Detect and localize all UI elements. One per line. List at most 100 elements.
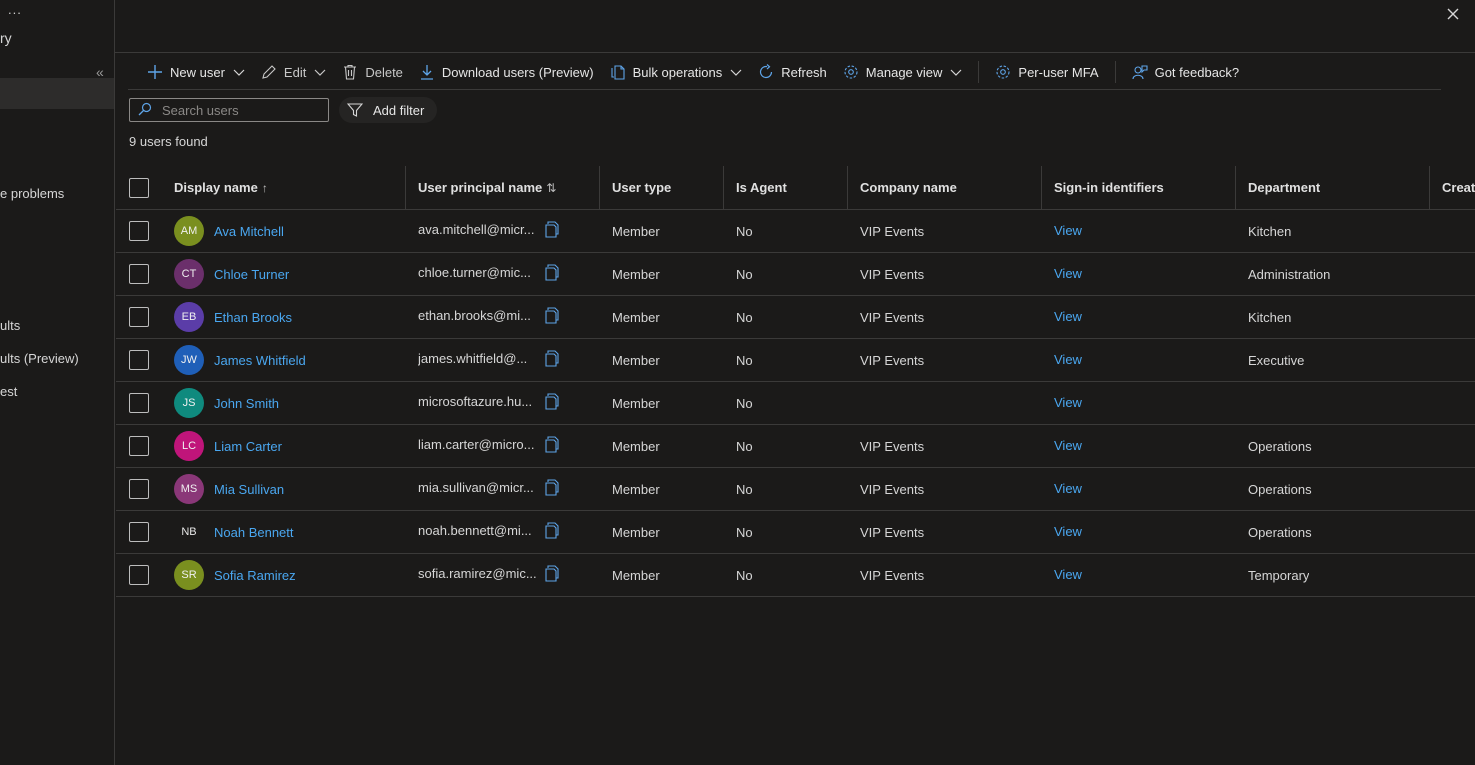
result-count: 9 users found (129, 134, 208, 149)
chevron-down-icon (950, 66, 962, 78)
delete-button[interactable]: Delete (336, 57, 408, 87)
table-row[interactable]: LC Liam Carter liam.carter@micro... Memb… (116, 425, 1475, 468)
table-row[interactable]: SR Sofia Ramirez sofia.ramirez@mic... Me… (116, 554, 1475, 597)
signin-view-link[interactable]: View (1054, 309, 1082, 324)
refresh-icon (757, 63, 775, 81)
sidebar-item-results-preview[interactable]: ults (Preview) (0, 351, 79, 366)
column-header-upn[interactable]: User principal name ⇅ (418, 166, 556, 209)
signin-view-link[interactable]: View (1054, 524, 1082, 539)
column-header-signin[interactable]: Sign-in identifiers (1054, 166, 1164, 209)
user-name-link[interactable]: Ava Mitchell (214, 224, 284, 239)
copy-icon[interactable] (544, 436, 560, 454)
copy-icon[interactable] (544, 264, 560, 282)
copy-icon[interactable] (544, 479, 560, 497)
table-row[interactable]: EB Ethan Brooks ethan.brooks@mi... Membe… (116, 296, 1475, 339)
add-filter-button[interactable]: Add filter (339, 97, 437, 123)
sidebar-item-problems[interactable]: e problems (0, 186, 64, 201)
column-divider[interactable] (847, 166, 848, 210)
user-type-cell: Member (612, 481, 660, 497)
table-row[interactable]: JW James Whitfield james.whitfield@... M… (116, 339, 1475, 382)
sidebar-item-request[interactable]: est (0, 384, 17, 399)
signin-view-link[interactable]: View (1054, 266, 1082, 281)
copy-icon[interactable] (544, 565, 560, 583)
row-checkbox[interactable] (129, 522, 149, 542)
search-box[interactable] (129, 98, 329, 122)
copy-icon[interactable] (544, 522, 560, 540)
row-checkbox[interactable] (129, 350, 149, 370)
user-name-link[interactable]: James Whitfield (214, 353, 306, 368)
user-name-link[interactable]: Ethan Brooks (214, 310, 292, 325)
select-all-checkbox[interactable] (129, 177, 149, 198)
row-checkbox[interactable] (129, 264, 149, 284)
is-agent-cell: No (736, 567, 753, 583)
user-type-cell: Member (612, 223, 660, 239)
feedback-button[interactable]: Got feedback? (1126, 57, 1245, 87)
signin-view-link[interactable]: View (1054, 223, 1082, 238)
manage-view-button[interactable]: Manage view (837, 57, 968, 87)
table-row[interactable]: AM Ava Mitchell ava.mitchell@micr... Mem… (116, 210, 1475, 253)
upn-cell: liam.carter@micro... (418, 436, 535, 452)
department-cell: Operations (1248, 438, 1312, 454)
edit-button[interactable]: Edit (255, 57, 331, 87)
table-row[interactable]: NB Noah Bennett noah.bennett@mi... Membe… (116, 511, 1475, 554)
signin-view-link[interactable]: View (1054, 438, 1082, 453)
feedback-person-icon (1131, 63, 1149, 81)
column-divider[interactable] (405, 166, 406, 210)
signin-view-link[interactable]: View (1054, 567, 1082, 582)
avatar: SR (174, 560, 204, 590)
avatar: AM (174, 216, 204, 246)
user-type-cell: Member (612, 266, 660, 282)
user-name-link[interactable]: Chloe Turner (214, 267, 289, 282)
copy-icon[interactable] (544, 221, 560, 239)
download-users-button[interactable]: Download users (Preview) (413, 57, 599, 87)
user-name-link[interactable]: Noah Bennett (214, 525, 294, 540)
table-row[interactable]: JS John Smith microsoftazure.hu... Membe… (116, 382, 1475, 425)
column-header-display-name[interactable]: Display name ↑ (174, 166, 268, 209)
row-checkbox[interactable] (129, 307, 149, 327)
user-name-link[interactable]: Liam Carter (214, 439, 282, 454)
sidebar-selected-item[interactable] (0, 78, 114, 109)
edit-label: Edit (283, 64, 307, 80)
copy-icon[interactable] (544, 350, 560, 368)
column-divider[interactable] (1041, 166, 1042, 210)
row-checkbox[interactable] (129, 436, 149, 456)
column-header-company[interactable]: Company name (860, 166, 957, 209)
table-row[interactable]: MS Mia Sullivan mia.sullivan@micr... Mem… (116, 468, 1475, 511)
more-icon[interactable]: ... (8, 2, 22, 17)
column-header-user-type[interactable]: User type (612, 166, 671, 209)
column-divider[interactable] (1235, 166, 1236, 210)
copy-icon[interactable] (544, 393, 560, 411)
row-select-cell (129, 253, 149, 295)
company-cell: VIP Events (860, 567, 925, 583)
refresh-button[interactable]: Refresh (752, 57, 832, 87)
new-user-button[interactable]: New user (141, 57, 250, 87)
user-name-link[interactable]: Mia Sullivan (214, 482, 284, 497)
row-checkbox[interactable] (129, 393, 149, 413)
user-name-link[interactable]: John Smith (214, 396, 279, 411)
column-header-department[interactable]: Department (1248, 166, 1320, 209)
column-header-created[interactable]: Creati (1442, 166, 1475, 209)
copy-icon[interactable] (544, 307, 560, 325)
bulk-operations-button[interactable]: Bulk operations (604, 57, 748, 87)
company-cell: VIP Events (860, 309, 925, 325)
avatar: EB (174, 302, 204, 332)
column-divider[interactable] (1429, 166, 1430, 210)
column-header-is-agent[interactable]: Is Agent (736, 166, 787, 209)
signin-view-link[interactable]: View (1054, 352, 1082, 367)
column-divider[interactable] (599, 166, 600, 210)
row-checkbox[interactable] (129, 479, 149, 499)
per-user-mfa-button[interactable]: Per-user MFA (989, 57, 1103, 87)
row-checkbox[interactable] (129, 565, 149, 585)
gear-icon (994, 63, 1012, 81)
sidebar-item-results[interactable]: ults (0, 318, 20, 333)
column-divider[interactable] (723, 166, 724, 210)
display-name-cell: LC Liam Carter (174, 425, 282, 467)
close-icon[interactable] (1442, 3, 1464, 25)
search-input[interactable] (162, 102, 322, 118)
signin-view-link[interactable]: View (1054, 395, 1082, 410)
user-name-link[interactable]: Sofia Ramirez (214, 568, 296, 583)
signin-view-link[interactable]: View (1054, 481, 1082, 496)
table-row[interactable]: CT Chloe Turner chloe.turner@mic... Memb… (116, 253, 1475, 296)
row-checkbox[interactable] (129, 221, 149, 241)
avatar: JS (174, 388, 204, 418)
